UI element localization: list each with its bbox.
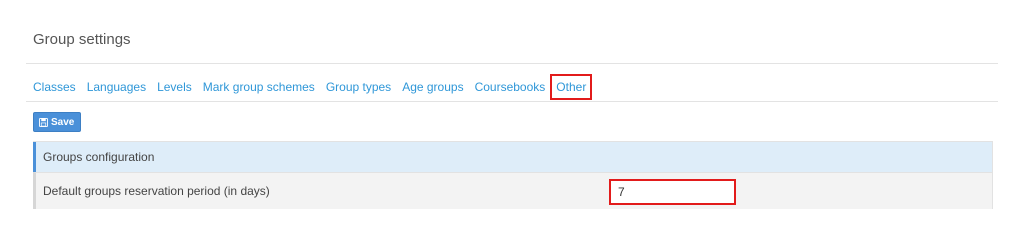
tab-classes[interactable]: Classes bbox=[33, 79, 76, 95]
tabs-divider bbox=[26, 101, 998, 102]
reservation-period-label: Default groups reservation period (in da… bbox=[43, 184, 270, 198]
save-button-label: Save bbox=[51, 116, 75, 128]
panel-header: Groups configuration bbox=[33, 142, 992, 172]
tab-age-groups[interactable]: Age groups bbox=[402, 79, 463, 95]
group-settings-page: Group settings Classes Languages Levels … bbox=[0, 0, 1024, 242]
settings-tabs: Classes Languages Levels Mark group sche… bbox=[33, 73, 593, 101]
tab-coursebooks[interactable]: Coursebooks bbox=[475, 79, 546, 95]
tab-levels[interactable]: Levels bbox=[157, 79, 192, 95]
page-title: Group settings bbox=[33, 31, 131, 48]
config-row-reservation-period: Default groups reservation period (in da… bbox=[33, 172, 992, 209]
floppy-disk-icon bbox=[39, 117, 48, 127]
tab-group-types[interactable]: Group types bbox=[326, 79, 391, 95]
title-divider bbox=[26, 63, 998, 64]
save-button[interactable]: Save bbox=[33, 112, 82, 132]
reservation-period-input[interactable] bbox=[609, 179, 736, 205]
tab-mark-group-schemes[interactable]: Mark group schemes bbox=[203, 79, 315, 95]
tab-other[interactable]: Other bbox=[550, 74, 593, 100]
groups-configuration-panel: Groups configuration Default groups rese… bbox=[33, 141, 993, 209]
tab-languages[interactable]: Languages bbox=[87, 79, 146, 95]
